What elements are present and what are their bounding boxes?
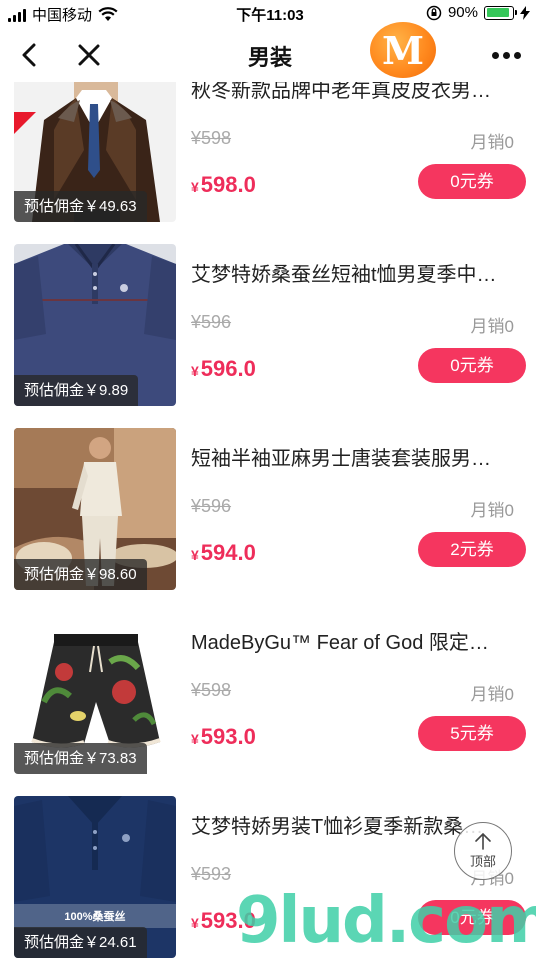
orientation-lock-icon [426,5,442,20]
monthly-sales: 月销0 [470,133,514,152]
sale-price: ¥593.0 [191,724,256,750]
product-list[interactable]: 预估佣金￥49.63 秋冬新款品牌中老年真皮皮衣男… ¥598 月销0 ¥598… [0,82,540,960]
price-value: 598.0 [200,172,256,197]
coupon-button[interactable]: 0元券 [418,900,526,935]
list-item[interactable]: 预估佣金￥98.60 短袖半袖亚麻男士唐装套装服男… ¥596 月销0 ¥594… [0,406,540,590]
status-right: 90% [426,4,530,21]
commission-badge: 预估佣金￥24.61 [14,927,147,958]
charging-icon [520,5,530,20]
sale-price: ¥596.0 [191,356,256,382]
list-item[interactable]: 预估佣金￥49.63 秋冬新款品牌中老年真皮皮衣男… ¥598 月销0 ¥598… [0,82,540,222]
currency-symbol: ¥ [191,363,199,379]
more-dot-icon [491,51,499,59]
arrow-up-icon [475,832,491,850]
product-title[interactable]: 短袖半袖亚麻男士唐装套装服男… [191,442,511,471]
status-bar: 中国移动 下午11:03 90% [0,0,540,28]
original-price: ¥593 [191,864,232,884]
thumb-caption: 100%桑蚕丝 [64,909,125,923]
product-thumbnail[interactable]: 预估佣金￥98.60 [14,428,176,590]
list-item[interactable]: 预估佣金￥73.83 MadeByGu™ Fear of God 限定… ¥59… [0,590,540,774]
product-thumbnail[interactable]: 预估佣金￥9.89 [14,244,176,406]
product-title[interactable]: 秋冬新款品牌中老年真皮皮衣男… [191,82,511,103]
price-value: 596.0 [200,356,256,381]
coupon-button[interactable]: 0元券 [418,164,526,199]
sale-price: ¥593.0 [191,908,256,934]
more-dot-icon [513,51,521,59]
coupon-button[interactable]: 5元券 [418,716,526,751]
commission-badge: 预估佣金￥98.60 [14,559,147,590]
battery-percent: 90% [447,4,478,21]
more-button[interactable] [486,38,526,72]
monthly-sales: 月销0 [470,501,514,520]
original-price: ¥596 [191,312,232,332]
brand-logo: M [370,22,436,78]
product-thumbnail[interactable]: 预估佣金￥49.63 [14,82,176,222]
product-thumbnail[interactable]: 预估佣金￥73.83 [14,612,176,774]
sale-price: ¥598.0 [191,172,256,198]
brand-logo-letter: M [381,27,425,73]
monthly-sales: 月销0 [470,685,514,704]
sale-price: ¥594.0 [191,540,256,566]
product-thumbnail[interactable]: 100%桑蚕丝 预估佣金￥24.61 [14,796,176,958]
currency-symbol: ¥ [191,547,199,563]
commission-badge: 预估佣金￥49.63 [14,191,147,222]
original-price: ¥598 [191,680,232,700]
price-value: 593.0 [200,908,256,933]
monthly-sales: 月销0 [470,317,514,336]
original-price: ¥596 [191,496,232,516]
page-title: 男装 [247,45,292,70]
product-title[interactable]: MadeByGu™ Fear of God 限定… [191,626,511,655]
coupon-button[interactable]: 2元券 [418,532,526,567]
back-to-top-button[interactable]: 顶部 [454,822,512,880]
currency-symbol: ¥ [191,915,199,931]
coupon-button[interactable]: 0元券 [418,348,526,383]
currency-symbol: ¥ [191,179,199,195]
more-dot-icon [502,51,510,59]
battery-icon [484,5,517,20]
commission-badge: 预估佣金￥73.83 [14,743,147,774]
nav-bar: 男装 [0,28,540,82]
price-value: 593.0 [200,724,256,749]
back-to-top-label: 顶部 [469,854,496,869]
currency-symbol: ¥ [191,731,199,747]
commission-badge: 预估佣金￥9.89 [14,375,139,406]
product-title[interactable]: 艾梦特娇桑蚕丝短袖t恤男夏季中… [191,258,511,287]
original-price: ¥598 [191,128,232,148]
price-value: 594.0 [200,540,256,565]
list-item[interactable]: 预估佣金￥9.89 艾梦特娇桑蚕丝短袖t恤男夏季中… ¥596 月销0 ¥596… [0,222,540,406]
